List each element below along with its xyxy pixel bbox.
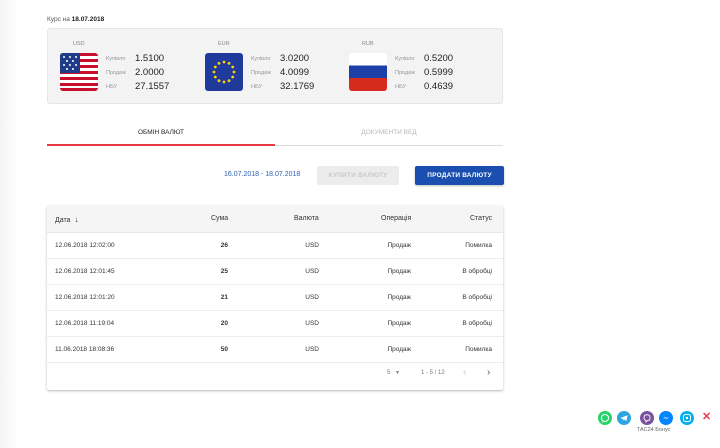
rate-date-label: Курс на 18.07.2018	[47, 16, 104, 23]
rows-per-page-select[interactable]: 5 ▼	[387, 370, 400, 376]
eu-flag-icon	[205, 53, 243, 91]
dropdown-arrow-icon: ▼	[395, 370, 400, 376]
rate-label: Курс на	[47, 16, 70, 23]
cell-sum: 26	[220, 242, 228, 249]
close-icon[interactable]: ✕	[702, 410, 711, 423]
buy-currency-button[interactable]: КУПИТИ ВАЛЮТУ	[317, 166, 399, 185]
cell-operation: Продаж	[387, 346, 411, 353]
column-header-sum[interactable]: Сума	[211, 215, 228, 222]
rate-usd: USD Купівля 1.5100 Продаж 2.0000 НБУ 27.…	[60, 29, 200, 105]
cell-currency: USD	[305, 294, 319, 301]
buy-rate: 0.5200	[424, 53, 454, 64]
messenger-icon[interactable]	[659, 411, 673, 425]
nbu-rate: 32.1769	[280, 81, 315, 92]
next-page-icon[interactable]: ›	[487, 367, 490, 378]
previous-page-icon[interactable]: ‹	[463, 367, 466, 378]
cell-date: 11.06.2018 18:08:36	[55, 346, 115, 353]
cell-currency: USD	[305, 320, 319, 327]
nbu-rate: 0.4639	[424, 81, 454, 92]
cell-status: В обробці	[462, 268, 492, 275]
nbu-label: НБУ	[395, 84, 406, 90]
sort-arrow-down-icon: ↓	[74, 215, 79, 224]
tab-divider	[275, 145, 503, 146]
cell-currency: USD	[305, 268, 319, 275]
column-header-date[interactable]: Дата ↓	[55, 215, 78, 224]
sell-label: Продаж	[106, 70, 126, 76]
nbu-label: НБУ	[106, 84, 117, 90]
cell-date: 12.06.2018 12:01:45	[55, 268, 115, 275]
table-row[interactable]: 11.06.2018 18:08:36 50 USD Продаж Помилк…	[47, 337, 503, 363]
nbu-label: НБУ	[251, 84, 262, 90]
cell-operation: Продаж	[387, 268, 411, 275]
cell-status: В обробці	[462, 294, 492, 301]
nbu-rate: 27.1557	[135, 81, 170, 92]
tab-foreign-trade-documents[interactable]: ДОКУМЕНТИ ВЕД	[275, 124, 503, 146]
cell-date: 12.06.2018 12:01:20	[55, 294, 115, 301]
us-flag-icon	[60, 53, 98, 91]
rate-eur: EUR Купівля 3.0200 Продаж 4.0099 НБУ 32.…	[205, 29, 345, 105]
cell-status: В обробці	[462, 320, 492, 327]
telegram-icon[interactable]	[617, 411, 631, 425]
buy-label: Купівля	[395, 56, 415, 62]
column-label: Дата	[55, 217, 71, 224]
currency-code: RUB	[362, 41, 374, 47]
whatsapp-icon[interactable]	[598, 411, 612, 425]
buy-rate: 1.5100	[135, 53, 165, 64]
rate-date: 18.07.2018	[71, 16, 105, 23]
sell-rate: 0.5999	[424, 67, 454, 78]
cell-status: Помилка	[465, 242, 492, 249]
rate-rub: RUB Купівля 0.5200 Продаж 0.5999 НБУ 0.4…	[349, 29, 489, 105]
cell-sum: 25	[220, 268, 228, 275]
cell-operation: Продаж	[387, 320, 411, 327]
page-edge-shadow	[0, 0, 18, 448]
pagination-range: 1 - 5 / 12	[421, 370, 445, 376]
sell-rate: 2.0000	[135, 67, 165, 78]
rows-per-page-value: 5	[387, 370, 391, 376]
buy-rate: 3.0200	[280, 53, 310, 64]
sell-label: Продаж	[251, 70, 271, 76]
rates-card: USD Купівля 1.5100 Продаж 2.0000 НБУ 27.…	[47, 28, 503, 104]
column-header-currency[interactable]: Валюта	[294, 215, 319, 222]
cell-date: 12.06.2018 12:02:00	[55, 242, 115, 249]
cell-status: Помилка	[465, 346, 492, 353]
date-range-picker[interactable]: 16.07.2018 - 18.07.2018	[224, 171, 300, 178]
viber-icon[interactable]	[640, 411, 654, 425]
tab-currency-exchange[interactable]: ОБМІН ВАЛЮТ	[47, 124, 275, 146]
sell-currency-button[interactable]: ПРОДАТИ ВАЛЮТУ	[415, 166, 504, 185]
social-brand-label: TAC24 Бонус	[637, 427, 671, 433]
buy-label: Купівля	[106, 56, 126, 62]
table-row[interactable]: 12.06.2018 12:02:00 26 USD Продаж Помилк…	[47, 233, 503, 259]
active-tab-indicator	[47, 144, 275, 146]
skype-icon[interactable]	[680, 411, 694, 425]
cell-sum: 50	[220, 346, 228, 353]
cell-operation: Продаж	[387, 294, 411, 301]
ru-flag-icon	[349, 53, 387, 91]
sell-rate: 4.0099	[280, 67, 310, 78]
transactions-table: Дата ↓ Сума Валюта Операція Статус 12.06…	[47, 206, 503, 390]
table-row[interactable]: 12.06.2018 12:01:20 21 USD Продаж В обро…	[47, 285, 503, 311]
sell-label: Продаж	[395, 70, 415, 76]
table-header: Дата ↓ Сума Валюта Операція Статус	[47, 206, 503, 233]
cell-sum: 20	[220, 320, 228, 327]
table-row[interactable]: 12.06.2018 12:01:45 25 USD Продаж В обро…	[47, 259, 503, 285]
cell-currency: USD	[305, 242, 319, 249]
cell-date: 12.06.2018 11:19:04	[55, 320, 115, 327]
column-header-operation[interactable]: Операція	[381, 215, 411, 222]
currency-code: USD	[73, 41, 85, 47]
column-header-status[interactable]: Статус	[470, 215, 492, 222]
currency-code: EUR	[218, 41, 230, 47]
cell-operation: Продаж	[387, 242, 411, 249]
tab-bar: ОБМІН ВАЛЮТ ДОКУМЕНТИ ВЕД	[47, 124, 503, 146]
cell-sum: 21	[220, 294, 228, 301]
table-row[interactable]: 12.06.2018 11:19:04 20 USD Продаж В обро…	[47, 311, 503, 337]
cell-currency: USD	[305, 346, 319, 353]
buy-label: Купівля	[251, 56, 271, 62]
